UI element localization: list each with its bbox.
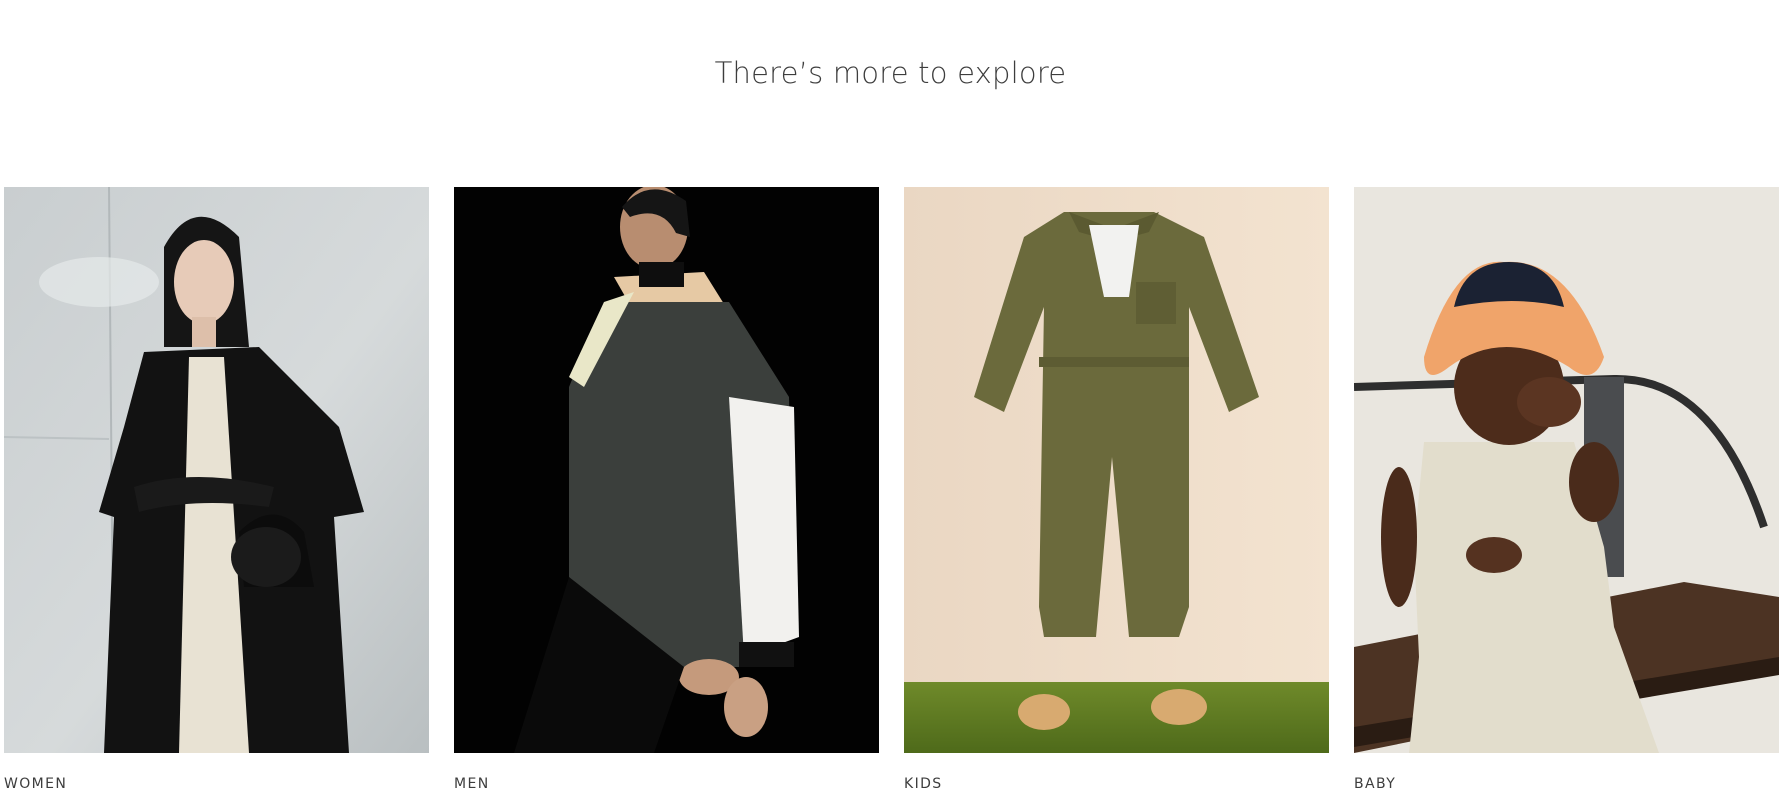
kids-category-image[interactable] bbox=[904, 187, 1329, 753]
category-tile-men[interactable]: MEN bbox=[454, 187, 879, 793]
explore-section: There’s more to explore WOMEN MEN KIDS B… bbox=[0, 0, 1781, 796]
men-category-image[interactable] bbox=[454, 187, 879, 753]
category-label-men[interactable]: MEN bbox=[454, 776, 879, 793]
category-label-women[interactable]: WOMEN bbox=[4, 776, 429, 793]
category-tile-kids[interactable]: KIDS bbox=[904, 187, 1329, 793]
women-category-image[interactable] bbox=[4, 187, 429, 753]
section-title: There’s more to explore bbox=[714, 56, 1067, 90]
category-tile-women[interactable]: WOMEN bbox=[4, 187, 429, 793]
baby-category-image[interactable] bbox=[1354, 187, 1779, 753]
category-label-baby[interactable]: BABY bbox=[1354, 776, 1779, 793]
category-label-kids[interactable]: KIDS bbox=[904, 776, 1329, 793]
category-grid: WOMEN MEN KIDS BABY bbox=[4, 187, 1779, 793]
category-tile-baby[interactable]: BABY bbox=[1354, 187, 1779, 793]
